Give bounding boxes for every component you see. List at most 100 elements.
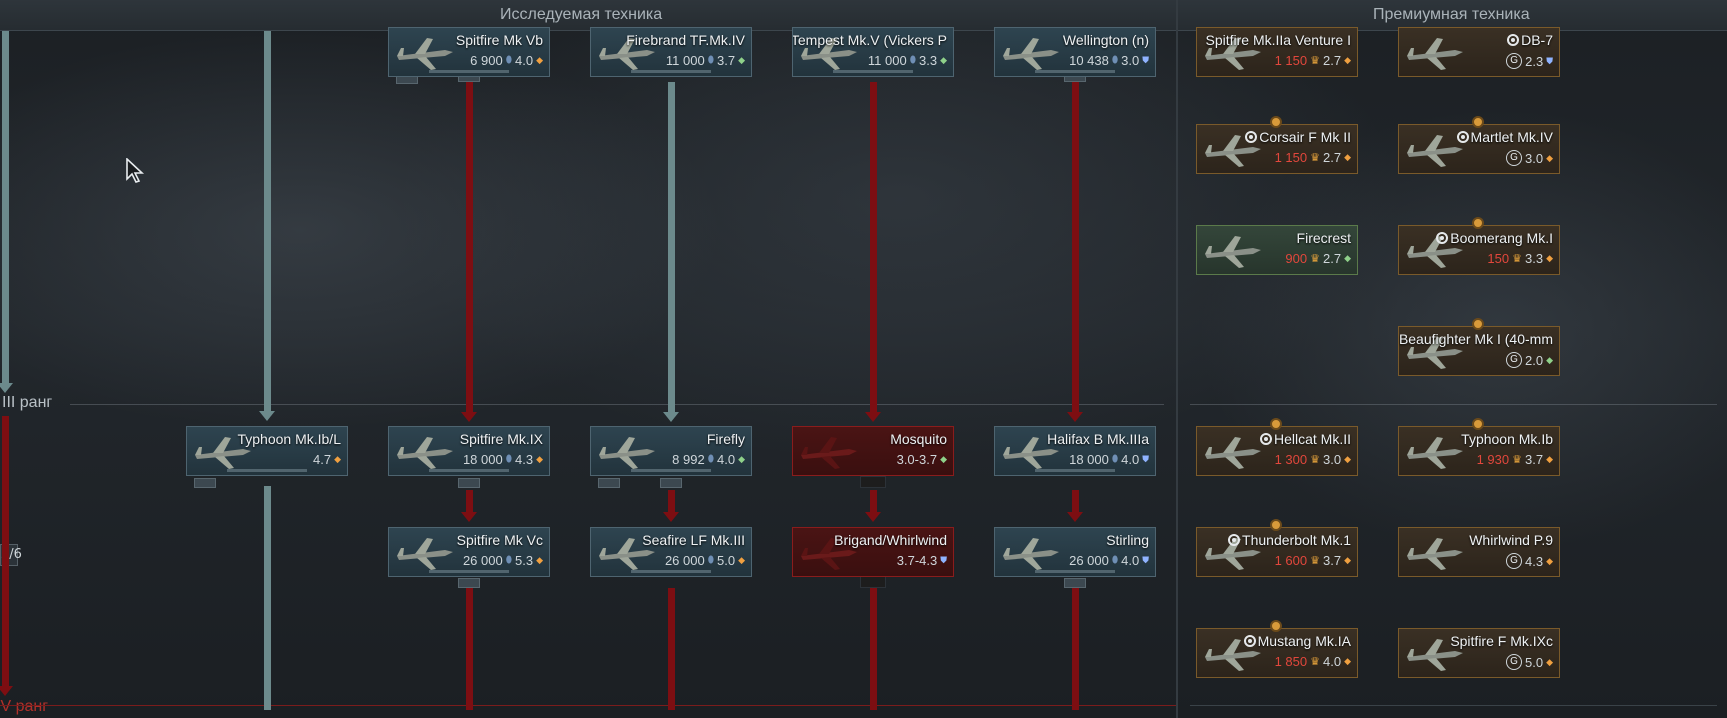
vehicle-stats: 150 ♛ 3.3 ◆ xyxy=(1487,251,1553,266)
vehicle-card-seafire[interactable]: Seafire LF Mk.III 26 000 ⬮ 5.0 ◆ xyxy=(590,527,752,577)
battle-rating: 4.0 xyxy=(1323,654,1342,669)
battle-rating: 4.0 xyxy=(717,452,736,467)
vehicle-card-whirlwind[interactable]: Whirlwind P.9 G 4.3 ◆ xyxy=(1398,527,1560,577)
vehicle-card-wellington[interactable]: Wellington (n) 10 438 ⬮ 3.0 ⛊ xyxy=(994,27,1156,77)
vehicle-stats: G 3.0 ◆ xyxy=(1506,150,1553,166)
vehicle-card-mustang[interactable]: Mustang Mk.IA 1 850 ♛ 4.0 ◆ xyxy=(1196,628,1358,678)
stack-tag[interactable] xyxy=(194,478,216,488)
vehicle-card-martlet[interactable]: Martlet Mk.IV G 3.0 ◆ xyxy=(1398,124,1560,174)
battle-rating: 2.7 xyxy=(1323,53,1342,68)
aircraft-icon xyxy=(1407,538,1463,570)
vehicle-stats: G 2.0 ◆ xyxy=(1506,352,1553,368)
tree-arrow xyxy=(1067,490,1083,522)
vehicle-card-thunderbolt[interactable]: Thunderbolt Mk.1 1 600 ♛ 3.7 ◆ xyxy=(1196,527,1358,577)
premium-medal-icon xyxy=(1270,519,1282,531)
stack-tag[interactable] xyxy=(598,478,620,488)
vehicle-card-brigand[interactable]: Brigand/Whirlwind 3.7-4.3 ⛊ xyxy=(792,527,954,577)
vehicle-card-firebrand[interactable]: Firebrand TF.Mk.IV 11 000 ⬮ 3.7 ◆ xyxy=(590,27,752,77)
golden-eagle-icon: ♛ xyxy=(1512,454,1522,466)
battle-rating: 3.3 xyxy=(919,53,938,68)
tree-arrow xyxy=(663,82,679,422)
vehicle-card-db-7[interactable]: DB-7 G 2.3 ⛊ xyxy=(1398,27,1560,77)
vehicle-cost: 26 000 xyxy=(1069,553,1109,568)
vehicle-card-firecrest[interactable]: Firecrest 900 ♛ 2.7 ◆ xyxy=(1196,225,1358,275)
vehicle-stats: 1 930 ♛ 3.7 ◆ xyxy=(1477,452,1553,467)
vehicle-card-stirling[interactable]: Stirling 26 000 ⬮ 4.0 ⛊ xyxy=(994,527,1156,577)
stack-tag[interactable] xyxy=(458,478,480,488)
research-progress-bar xyxy=(429,469,509,472)
vehicle-cost: 900 xyxy=(1285,251,1308,266)
vehicle-stats: 1 150 ♛ 2.7 ◆ xyxy=(1275,53,1351,68)
rank-4-separator xyxy=(0,705,1176,706)
rank-3-separator-premium xyxy=(1190,404,1717,405)
vehicle-card-halifax[interactable]: Halifax B Mk.IIIa 18 000 ⬮ 4.0 ⛊ xyxy=(994,426,1156,476)
vehicle-card-spitfire-mk-vb[interactable]: Spitfire Mk Vb 6 900 ⬮ 4.0 ◆ xyxy=(388,27,550,77)
stack-tag[interactable] xyxy=(1064,578,1086,588)
vehicle-name: Firecrest xyxy=(1296,230,1351,246)
orange-diamond-icon: ◆ xyxy=(1344,55,1351,65)
vehicle-cost: 1 930 xyxy=(1476,452,1510,467)
battle-rating: 3.0-3.7 xyxy=(896,452,938,467)
orange-diamond-icon: ◆ xyxy=(1546,454,1553,464)
battle-rating: 3.3 xyxy=(1525,251,1544,266)
vehicle-cost: 1 600 xyxy=(1274,553,1308,568)
slot-tag xyxy=(860,576,886,588)
vehicle-name: Spitfire Mk Vc xyxy=(456,532,543,548)
vehicle-card-firefly[interactable]: Firefly 8 992 ⬮ 4.0 ◆ xyxy=(590,426,752,476)
aircraft-icon xyxy=(397,437,453,469)
vehicle-card-boomerang[interactable]: Boomerang Mk.I 150 ♛ 3.3 ◆ xyxy=(1398,225,1560,275)
vehicle-card-spitfire-iia-venture[interactable]: Spitfire Mk.IIa Venture I 1 150 ♛ 2.7 ◆ xyxy=(1196,27,1358,77)
vehicle-cost: 26 000 xyxy=(664,553,705,568)
battle-rating: 2.7 xyxy=(1323,251,1342,266)
blue-shield-icon: ⛊ xyxy=(1142,454,1149,464)
gold-coin-icon: G xyxy=(1506,53,1523,69)
aircraft-icon xyxy=(801,437,857,469)
research-progress-bar xyxy=(833,70,913,73)
vehicle-card-typhoon-ib-l[interactable]: Typhoon Mk.Ib/L 4.7 ◆ xyxy=(186,426,348,476)
vehicle-card-hellcat[interactable]: Hellcat Mk.II 1 300 ♛ 3.0 ◆ xyxy=(1196,426,1358,476)
mouse-cursor-icon xyxy=(126,158,145,183)
battle-rating: 4.3 xyxy=(515,452,534,467)
vehicle-stats: 3.0-3.7 ◆ xyxy=(897,452,947,467)
vehicle-card-mosquito[interactable]: Mosquito 3.0-3.7 ◆ xyxy=(792,426,954,476)
vehicle-cost: 18 000 xyxy=(462,452,503,467)
vehicle-stats: 18 000 ⬮ 4.3 ◆ xyxy=(463,452,543,467)
orange-diamond-icon: ◆ xyxy=(536,55,543,65)
vehicle-cost: 26 000 xyxy=(462,553,503,568)
vehicle-cost: 1 150 xyxy=(1274,53,1308,68)
vehicle-name: DB-7 xyxy=(1507,32,1553,48)
vehicle-cost: 11 000 xyxy=(867,53,907,68)
vehicle-card-typhoon-ib[interactable]: Typhoon Mk.Ib 1 930 ♛ 3.7 ◆ xyxy=(1398,426,1560,476)
vehicle-card-spitfire-vc[interactable]: Spitfire Mk Vc 26 000 ⬮ 5.3 ◆ xyxy=(388,527,550,577)
squadron-icon xyxy=(1507,34,1520,46)
rank-progress-bar-researched xyxy=(0,31,13,393)
researched-section-title: Исследуемая техника xyxy=(500,6,663,23)
vehicle-name: Hellcat Mk.II xyxy=(1259,431,1351,447)
slot-tag xyxy=(860,476,886,488)
green-diamond-icon: ◆ xyxy=(940,454,947,464)
vehicle-stats: 11 000 ⬮ 3.3 ◆ xyxy=(868,53,947,68)
research-progress-bar xyxy=(631,469,711,472)
research-progress-bar xyxy=(1035,70,1115,73)
premium-medal-icon xyxy=(1270,418,1282,430)
vehicle-cost: 1 850 xyxy=(1274,654,1308,669)
vehicle-card-corsair[interactable]: Corsair F Mk II 1 150 ♛ 2.7 ◆ xyxy=(1196,124,1358,174)
vehicle-name: Spitfire Mk Vb xyxy=(455,32,543,48)
squadron-icon xyxy=(1436,232,1449,244)
research-points-icon: ⬮ xyxy=(505,555,512,566)
aircraft-icon xyxy=(1205,437,1261,469)
research-progress-bar xyxy=(429,70,509,73)
vehicle-card-tempest[interactable]: Tempest Mk.V (Vickers P 11 000 ⬮ 3.3 ◆ xyxy=(792,27,954,77)
battle-rating: 4.0 xyxy=(1121,452,1140,467)
stack-tag[interactable] xyxy=(458,578,480,588)
green-diamond-icon: ◆ xyxy=(738,454,745,464)
stack-tag[interactable] xyxy=(660,478,682,488)
vehicle-card-beaufighter[interactable]: Beaufighter Mk I (40-mm G 2.0 ◆ xyxy=(1398,326,1560,376)
research-points-icon: ⬮ xyxy=(707,555,714,566)
orange-diamond-icon: ◆ xyxy=(536,454,543,464)
section-divider xyxy=(1176,0,1178,718)
vehicle-card-spitfire-ix[interactable]: Spitfire Mk.IX 18 000 ⬮ 4.3 ◆ xyxy=(388,426,550,476)
battle-rating: 3.7-4.3 xyxy=(896,553,938,568)
vehicle-stats: 10 438 ⬮ 3.0 ⛊ xyxy=(1069,53,1149,68)
vehicle-card-spitfire-f-ixc[interactable]: Spitfire F Mk.IXc G 5.0 ◆ xyxy=(1398,628,1560,678)
